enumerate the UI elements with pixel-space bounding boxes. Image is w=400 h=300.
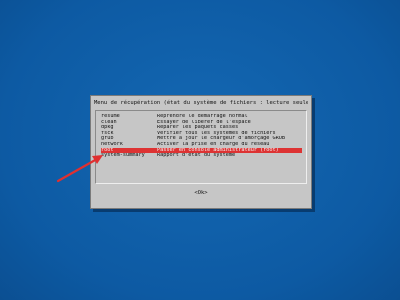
menu-item-system-summary[interactable]: system-summary Rapport d'état du système bbox=[101, 153, 302, 159]
dialog-title: Menu de récupération (état du système de… bbox=[94, 99, 308, 108]
menu-item-description: Rapport d'état du système bbox=[157, 153, 236, 159]
recovery-menu-dialog: Menu de récupération (état du système de… bbox=[90, 95, 312, 209]
ok-button[interactable]: <Ok> bbox=[194, 189, 207, 197]
menu-frame: resume Reprendre le démarrage normal cle… bbox=[95, 110, 307, 184]
recovery-menu-list: resume Reprendre le démarrage normal cle… bbox=[101, 114, 302, 159]
menu-item-key: system-summary bbox=[101, 153, 145, 159]
